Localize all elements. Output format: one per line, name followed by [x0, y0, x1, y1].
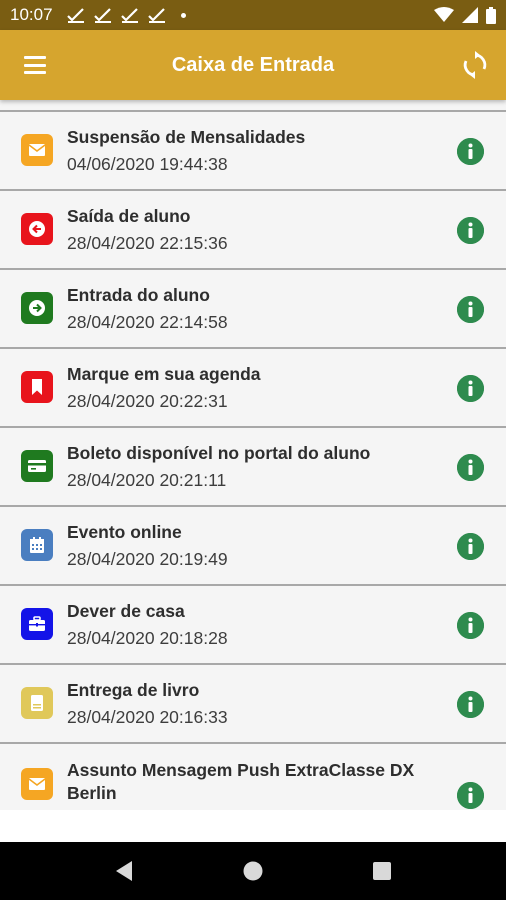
item-date: 28/04/2020 20:16:33	[67, 707, 228, 727]
info-icon[interactable]	[457, 782, 484, 809]
check-all-icon	[93, 8, 111, 23]
item-title: Entrega de livro	[67, 680, 200, 700]
list-item[interactable]: Entrega de livro 28/04/2020 20:16:33	[0, 665, 506, 744]
info-icon[interactable]	[457, 296, 484, 323]
status-time: 10:07	[10, 5, 53, 24]
item-date: 28/04/2020 22:15:36	[67, 233, 228, 253]
item-date: 28/04/2020 20:21:11	[67, 470, 227, 490]
notification-icons	[66, 7, 186, 23]
item-title: Dever de casa	[67, 601, 185, 621]
calendar-icon	[21, 529, 53, 561]
item-title: Suspensão de Mensalidades	[67, 127, 306, 147]
home-icon[interactable]	[233, 851, 273, 891]
inbox-list[interactable]: Suspensão de Mensalidades 04/06/2020 19:…	[0, 100, 506, 810]
briefcase-icon	[21, 608, 53, 640]
item-title: Entrada do aluno	[67, 285, 210, 305]
item-date: 28/04/2020 20:19:49	[67, 549, 228, 569]
info-icon[interactable]	[457, 454, 484, 481]
battery-icon	[486, 6, 496, 24]
app-bar: Caixa de Entrada	[0, 30, 506, 100]
item-title: Assunto Mensagem Push ExtraClasse DX Ber…	[67, 760, 415, 803]
list-item[interactable]: Saída de aluno 28/04/2020 22:15:36	[0, 191, 506, 270]
info-icon[interactable]	[457, 217, 484, 244]
status-bar: 10:07	[0, 0, 506, 30]
page-title: Caixa de Entrada	[171, 53, 335, 76]
item-title: Evento online	[67, 522, 182, 542]
sync-icon[interactable]	[460, 50, 490, 80]
item-date: 28/04/2020 20:18:28	[67, 628, 228, 648]
info-icon[interactable]	[457, 375, 484, 402]
item-title: Boleto disponível no portal do aluno	[67, 443, 371, 463]
info-icon[interactable]	[457, 612, 484, 639]
list-item[interactable]: Evento online 28/04/2020 20:19:49	[0, 507, 506, 586]
list-item[interactable]: Suspensão de Mensalidades 04/06/2020 19:…	[0, 112, 506, 191]
list-item[interactable]: Assunto Mensagem Push ExtraClasse DX Ber…	[0, 744, 506, 810]
menu-icon[interactable]	[22, 53, 48, 77]
exit-arrow-icon	[21, 213, 53, 245]
info-icon[interactable]	[457, 691, 484, 718]
list-item[interactable]: Dever de casa 28/04/2020 20:18:28	[0, 586, 506, 665]
item-date: 28/04/2020 22:14:58	[67, 312, 228, 332]
bookmark-icon	[21, 371, 53, 403]
item-title: Marque em sua agenda	[67, 364, 261, 384]
envelope-icon	[21, 768, 53, 800]
more-notifications-dot	[180, 12, 186, 18]
credit-card-icon	[21, 450, 53, 482]
bottom-spacer	[0, 810, 506, 842]
status-right	[434, 6, 496, 24]
signal-icon	[462, 7, 478, 23]
check-all-icon	[120, 8, 138, 23]
enter-arrow-icon	[21, 292, 53, 324]
envelope-icon	[21, 134, 53, 166]
info-icon[interactable]	[457, 533, 484, 560]
item-date: 28/04/2020 20:22:31	[67, 391, 228, 411]
recents-icon[interactable]	[362, 851, 402, 891]
info-icon[interactable]	[457, 138, 484, 165]
system-nav-bar	[0, 842, 506, 900]
list-item[interactable]: Boleto disponível no portal do aluno 28/…	[0, 428, 506, 507]
back-icon[interactable]	[104, 851, 144, 891]
item-date: 04/06/2020 19:44:38	[67, 154, 228, 174]
check-all-icon	[66, 8, 84, 23]
book-icon	[21, 687, 53, 719]
wifi-icon	[434, 7, 454, 22]
list-item[interactable]: Entrada do aluno 28/04/2020 22:14:58	[0, 270, 506, 349]
list-item[interactable]: Marque em sua agenda 28/04/2020 20:22:31	[0, 349, 506, 428]
item-title: Saída de aluno	[67, 206, 191, 226]
check-all-icon	[147, 8, 165, 23]
